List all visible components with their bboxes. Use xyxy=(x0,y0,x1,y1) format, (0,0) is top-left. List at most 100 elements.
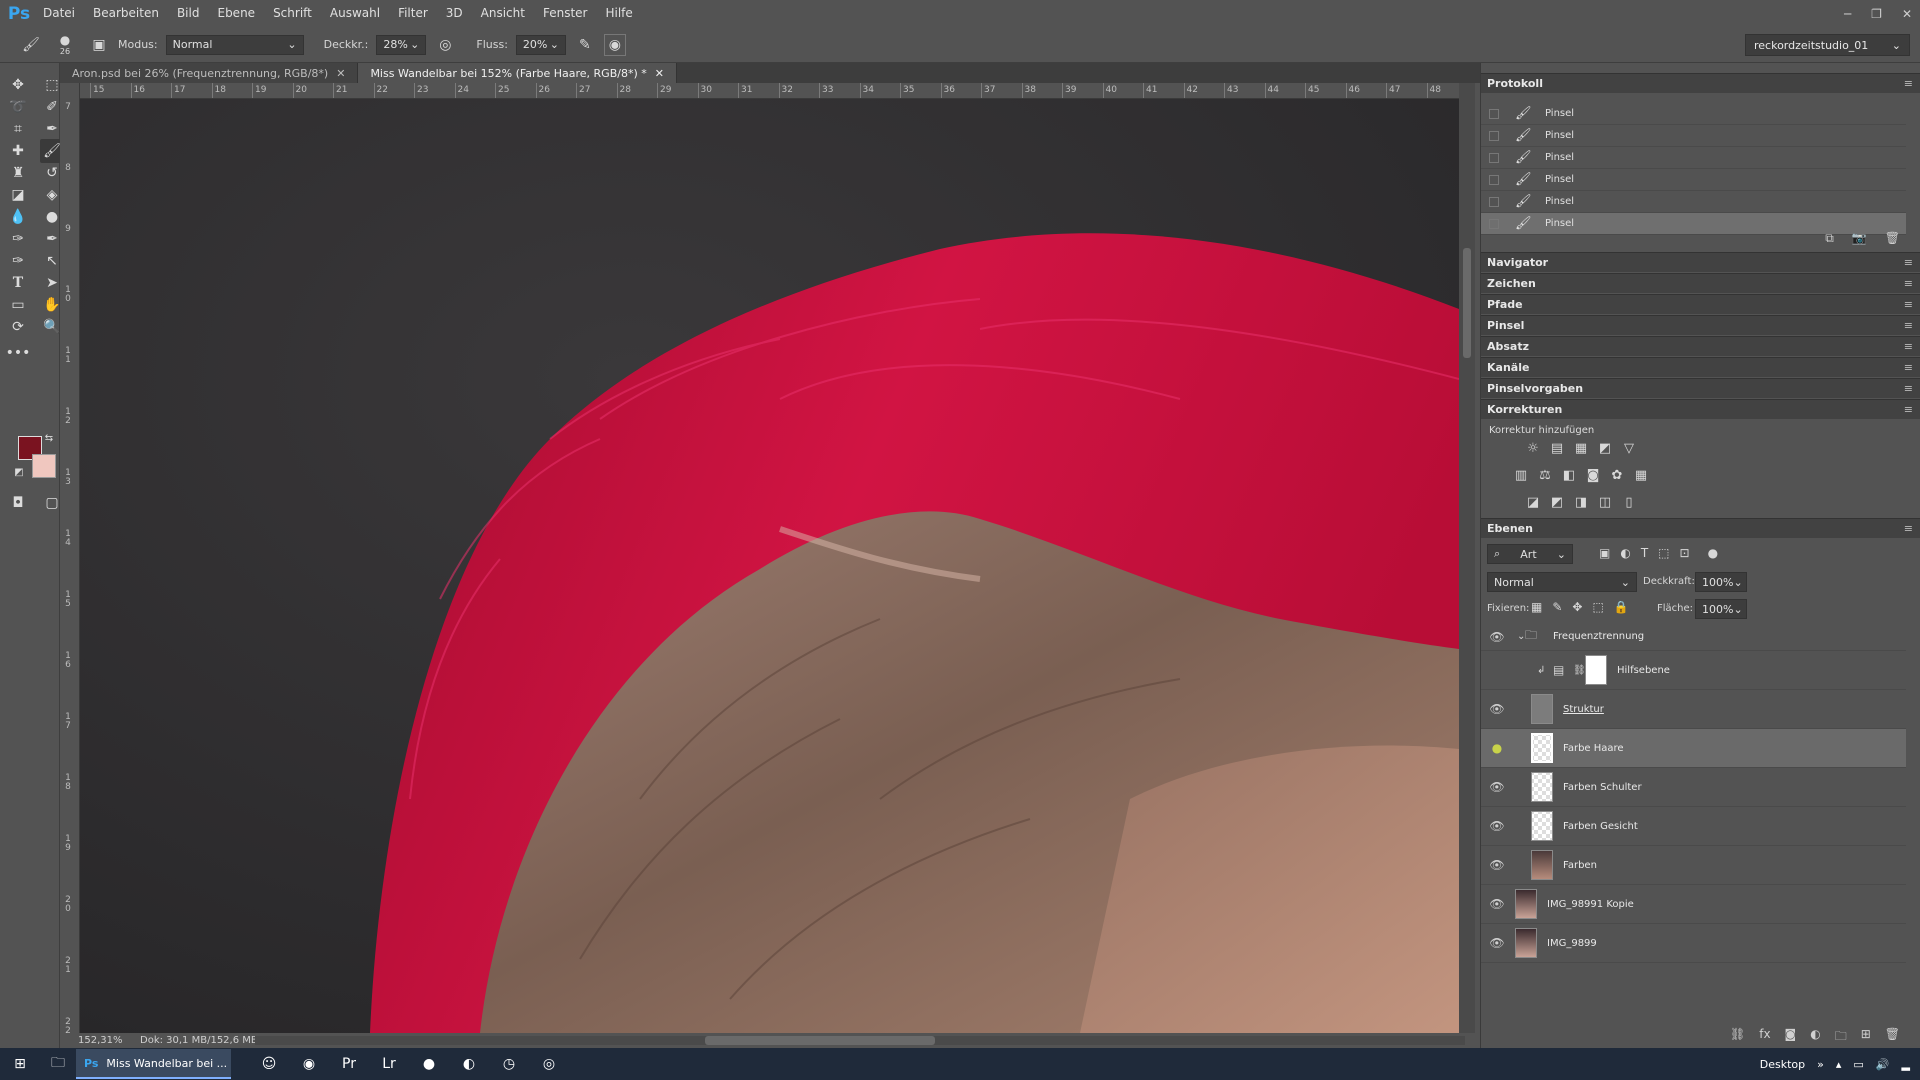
menu-filter[interactable]: Filter xyxy=(389,0,437,27)
panel-menu-icon[interactable]: ≡ xyxy=(1904,277,1913,290)
type-filter-icon[interactable]: T xyxy=(1641,546,1648,560)
pfade-panel-header[interactable]: Pfade ≡ xyxy=(1481,294,1920,314)
new-layer-icon[interactable]: ⊞ xyxy=(1861,1027,1871,1048)
lightroom-icon[interactable]: Lr xyxy=(369,1048,409,1080)
eye-icon[interactable]: 👁 xyxy=(1489,858,1505,872)
absatz-panel-header[interactable]: Absatz ≡ xyxy=(1481,336,1920,356)
history-item[interactable]: 🖌 Pinsel xyxy=(1481,169,1906,191)
restore-icon[interactable]: ❐ xyxy=(1871,7,1882,21)
eraser-tool-icon[interactable]: ◪ xyxy=(6,183,30,207)
battery-icon[interactable]: ▭ xyxy=(1853,1058,1863,1071)
layer-farbe-haare[interactable]: ● Farbe Haare xyxy=(1481,729,1906,768)
quick-mask-icon[interactable]: ◘ xyxy=(6,491,30,515)
posterize-icon[interactable]: ◩ xyxy=(1549,494,1565,510)
pixel-filter-icon[interactable]: ▣ xyxy=(1599,546,1610,560)
selective-color-icon[interactable]: ◫ xyxy=(1597,494,1613,510)
panel-menu-icon[interactable]: ≡ xyxy=(1904,319,1913,332)
history-item[interactable]: 🖌 Pinsel xyxy=(1481,103,1906,125)
panel-menu-icon[interactable]: ≡ xyxy=(1904,403,1913,416)
korrekturen-panel-header[interactable]: Korrekturen ≡ xyxy=(1481,399,1920,419)
channel-mixer-icon[interactable]: ✿ xyxy=(1609,467,1625,483)
panel-menu-icon[interactable]: ≡ xyxy=(1904,340,1913,353)
chevron-icon[interactable]: » xyxy=(1817,1058,1824,1071)
windows-start-icon[interactable]: ⊞ xyxy=(0,1048,40,1080)
lasso-tool-icon[interactable]: ➰ xyxy=(6,95,30,119)
more-tools-icon[interactable]: ••• xyxy=(6,341,31,365)
lock-artboard-icon[interactable]: ⬚ xyxy=(1592,600,1603,614)
smart-object-filter-icon[interactable]: ⊡ xyxy=(1680,546,1690,560)
trash-icon[interactable]: 🗑 xyxy=(1885,1027,1900,1048)
eye-hidden-slot[interactable] xyxy=(1489,663,1505,677)
vertical-scrollbar[interactable] xyxy=(1459,83,1475,1033)
brush-tool-icon[interactable]: 🖌 xyxy=(20,34,42,56)
protokoll-panel-header[interactable]: Protokoll ≡ xyxy=(1481,73,1920,93)
chrome-icon[interactable]: ◎ xyxy=(529,1048,569,1080)
brightness-icon[interactable]: ☼ xyxy=(1525,440,1541,456)
history-checkbox[interactable] xyxy=(1489,218,1499,229)
pressure-opacity-icon[interactable]: ◎ xyxy=(434,34,456,56)
firefox-icon[interactable]: ◉ xyxy=(289,1048,329,1080)
add-mask-icon[interactable]: ◙ xyxy=(1785,1027,1797,1048)
new-adjustment-layer-icon[interactable]: ◐ xyxy=(1810,1027,1820,1048)
menu-ansicht[interactable]: Ansicht xyxy=(472,0,534,27)
eye-icon[interactable]: 👁 xyxy=(1489,897,1505,911)
lock-all-icon[interactable]: 🔒 xyxy=(1614,600,1629,614)
zeichen-panel-header[interactable]: Zeichen ≡ xyxy=(1481,273,1920,293)
app-icon-1[interactable]: ☺ xyxy=(249,1048,289,1080)
tray-arrow-icon[interactable]: ▴ xyxy=(1836,1058,1842,1071)
threshold-icon[interactable]: ◨ xyxy=(1573,494,1589,510)
tab-aron[interactable]: Aron.psd bei 26% (Frequenztrennung, RGB/… xyxy=(60,63,359,83)
shape-filter-icon[interactable]: ⬚ xyxy=(1658,546,1669,560)
premiere-icon[interactable]: Pr xyxy=(329,1048,369,1080)
lock-pixels-icon[interactable]: ✎ xyxy=(1552,600,1562,614)
pen-tool-icon[interactable]: ✑ xyxy=(6,227,30,251)
eye-icon[interactable]: 👁 xyxy=(1489,702,1505,716)
lock-position-icon[interactable]: ✥ xyxy=(1572,600,1582,614)
minimize-icon[interactable]: ─ xyxy=(1844,7,1851,21)
deckkraft-select[interactable]: 28% ⌄ xyxy=(376,34,427,55)
photo-filter-icon[interactable]: ◙ xyxy=(1585,467,1601,483)
menu-auswahl[interactable]: Auswahl xyxy=(321,0,389,27)
layer-farben[interactable]: 👁 Farben xyxy=(1481,846,1906,885)
panel-menu-icon[interactable]: ≡ xyxy=(1904,522,1913,535)
app-icon-clock[interactable]: ◷ xyxy=(489,1048,529,1080)
brush-preset-picker[interactable]: ● 26 xyxy=(50,33,80,56)
file-explorer-icon[interactable]: 🗀 xyxy=(40,1048,76,1080)
menu-bearbeiten[interactable]: Bearbeiten xyxy=(84,0,168,27)
airbrush-icon[interactable]: ✎ xyxy=(574,34,596,56)
cursor-hand-icon[interactable]: ● xyxy=(1489,741,1505,755)
tab-miss-wandelbar[interactable]: Miss Wandelbar bei 152% (Farbe Haare, RG… xyxy=(358,63,677,83)
close-icon[interactable]: ✕ xyxy=(655,67,664,80)
navigator-panel-header[interactable]: Navigator ≡ xyxy=(1481,252,1920,272)
history-checkbox[interactable] xyxy=(1489,108,1499,119)
layer-blend-mode-select[interactable]: Normal ⌄ xyxy=(1487,572,1637,592)
move-tool-icon[interactable]: ✥ xyxy=(6,73,30,97)
history-checkbox[interactable] xyxy=(1489,174,1499,185)
network-icon[interactable]: ▂ xyxy=(1902,1058,1910,1071)
new-group-icon[interactable]: 🗀 xyxy=(1835,1027,1847,1048)
app-icon-browser[interactable]: ◐ xyxy=(449,1048,489,1080)
healing-brush-tool-icon[interactable]: ✚ xyxy=(6,139,30,163)
history-item[interactable]: 🖌 Pinsel xyxy=(1481,191,1906,213)
menu-ebene[interactable]: Ebene xyxy=(208,0,264,27)
history-checkbox[interactable] xyxy=(1489,196,1499,207)
panel-menu-icon[interactable]: ≡ xyxy=(1904,77,1913,90)
rotate-view-tool-icon[interactable]: ⟳ xyxy=(6,315,30,339)
history-item[interactable]: 🖌 Pinsel xyxy=(1481,125,1906,147)
exposure-icon[interactable]: ◩ xyxy=(1597,440,1613,456)
taskbar-photoshop[interactable]: Ps Miss Wandelbar bei ... xyxy=(76,1049,231,1079)
eye-icon[interactable]: 👁 xyxy=(1489,630,1505,644)
horizontal-scroll-thumb[interactable] xyxy=(705,1036,935,1045)
layer-struktur[interactable]: 👁 Struktur xyxy=(1481,690,1906,729)
horizontal-scrollbar[interactable] xyxy=(255,1036,1465,1045)
menu-bild[interactable]: Bild xyxy=(168,0,209,27)
layer-mask-thumbnail[interactable] xyxy=(1585,655,1607,685)
new-document-from-state-icon[interactable]: ⧉ xyxy=(1825,231,1834,246)
menu-3d[interactable]: 3D xyxy=(437,0,472,27)
layer-group-frequenztrennung[interactable]: 👁 ⌄ 🗀 Frequenztrennung xyxy=(1481,623,1906,651)
zoom-level[interactable]: 152,31% xyxy=(60,1035,123,1046)
background-color-swatch[interactable] xyxy=(32,454,56,478)
panel-menu-icon[interactable]: ≡ xyxy=(1904,361,1913,374)
menu-fenster[interactable]: Fenster xyxy=(534,0,597,27)
layer-farben-gesicht[interactable]: 👁 Farben Gesicht xyxy=(1481,807,1906,846)
